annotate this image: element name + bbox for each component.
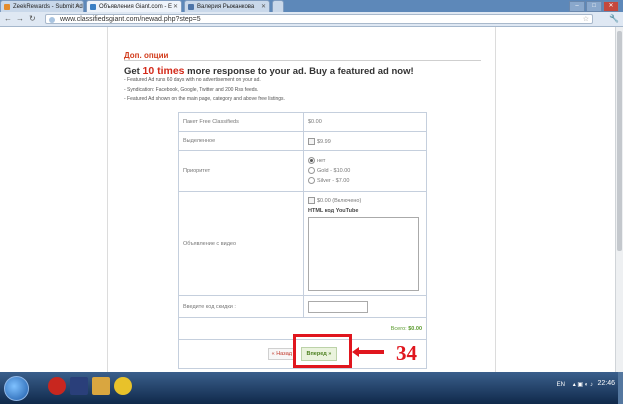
vertical-scrollbar[interactable] xyxy=(615,27,623,372)
browser-tab-active[interactable]: Объявления Giant.com - E ✕ xyxy=(86,0,182,12)
opera-icon[interactable] xyxy=(48,377,66,395)
tab-close-icon[interactable]: ✕ xyxy=(173,1,178,12)
windows-taskbar: EN ▴ ▣ ◐ ♪ 22:46 xyxy=(0,372,623,404)
zeek-favicon-icon xyxy=(4,4,10,10)
table-row: Приоритет нет Gold - $10.00 Silver - $7.… xyxy=(178,150,427,192)
highlighted-label: Выделенное xyxy=(178,131,304,151)
tab-close-icon[interactable]: ✕ xyxy=(75,1,80,12)
priority-option[interactable]: Silver - $7.00 xyxy=(308,176,422,186)
browser-tab[interactable]: ZeekRewards - Submit Ad ✕ xyxy=(0,0,84,12)
package-value: $0.00 xyxy=(303,112,427,132)
back-button[interactable]: « Назад xyxy=(267,348,296,360)
discount-code-input[interactable] xyxy=(308,300,368,313)
priority-options: нет Gold - $10.00 Silver - $7.00 xyxy=(303,150,427,192)
url-text: www.classifiedsgiant.com/newad.php?step=… xyxy=(60,16,201,23)
priority-option[interactable]: Gold - $10.00 xyxy=(308,166,422,176)
scrollbar-thumb[interactable] xyxy=(617,31,622,251)
bullet-item: - Featured Ad shown on the main page, ca… xyxy=(124,96,285,102)
vk-favicon-icon xyxy=(188,4,194,10)
priority-label: Приоритет xyxy=(178,150,304,192)
table-row: Объявление с видео $0.00 (Включено) HTML… xyxy=(178,191,427,296)
highlighted-price: $9.99 xyxy=(317,138,331,145)
video-price: $0.00 (Включено) xyxy=(317,197,362,204)
show-desktop-button[interactable] xyxy=(618,372,623,404)
highlighted-cell: $9.99 xyxy=(303,131,427,151)
discount-cell xyxy=(303,295,427,318)
bookmark-star-icon[interactable]: ☆ xyxy=(583,15,589,25)
youtube-code-textarea[interactable] xyxy=(308,217,419,291)
annotation-arrowhead xyxy=(352,347,359,357)
priority-option[interactable]: нет xyxy=(308,156,422,166)
radio-icon[interactable] xyxy=(308,177,315,185)
annotation-arrow xyxy=(356,350,384,354)
package-label: Пакет Free Classifieds xyxy=(178,112,304,132)
tray-icons[interactable]: ▴ ▣ ◐ ♪ xyxy=(573,382,593,388)
table-row: Выделенное $9.99 xyxy=(178,131,427,151)
video-checkbox[interactable] xyxy=(308,197,315,204)
table-row: Пакет Free Classifieds $0.00 xyxy=(178,112,427,132)
options-table: Пакет Free Classifieds $0.00 Выделенное … xyxy=(178,112,427,369)
start-button[interactable] xyxy=(4,376,29,401)
priority-option-label: Silver - $7.00 xyxy=(317,178,350,184)
browser-tab-strip: ZeekRewards - Submit Ad ✕ Объявления Gia… xyxy=(0,0,623,12)
video-label: Объявление с видео xyxy=(178,191,304,296)
clock[interactable]: 22:46 xyxy=(597,380,615,387)
explorer-icon[interactable] xyxy=(92,377,110,395)
section-title: Доп. опции xyxy=(124,51,169,60)
language-indicator[interactable]: EN xyxy=(557,382,565,388)
reload-icon[interactable]: ↻ xyxy=(29,14,36,24)
section-divider xyxy=(124,60,481,61)
bullet-item: - Syndication: Facebook, Google, Twitter… xyxy=(124,86,259,93)
forward-arrow-icon[interactable]: → xyxy=(16,14,24,24)
page-content: Доп. опции Get 10 times more response to… xyxy=(0,27,616,372)
bullet-item: - Featured Ad runs 60 days with no adver… xyxy=(124,77,261,83)
youtube-label: HTML код YouTube xyxy=(308,208,359,214)
navigation-toolbar: ← → ↻ www.classifiedsgiant.com/newad.php… xyxy=(0,12,623,27)
tab-label: Объявления Giant.com - E xyxy=(99,4,173,10)
giant-favicon-icon xyxy=(90,4,96,10)
discount-label: Введите код скидки : xyxy=(178,295,304,318)
media-player-icon[interactable] xyxy=(70,377,88,395)
address-bar[interactable]: www.classifiedsgiant.com/newad.php?step=… xyxy=(45,14,593,24)
annotation-number: 34 xyxy=(396,341,417,365)
wrench-menu-icon[interactable]: 🔧 xyxy=(609,14,619,23)
total-label: Всего: xyxy=(390,325,407,332)
feature-bullets: - Featured Ad runs 60 days with no adver… xyxy=(124,76,285,105)
table-row: Введите код скидки : xyxy=(178,295,427,318)
new-tab-button[interactable] xyxy=(272,0,284,12)
priority-option-label: нет xyxy=(317,158,326,164)
maximize-icon[interactable]: □ xyxy=(586,1,602,12)
priority-option-label: Gold - $10.00 xyxy=(317,168,351,174)
system-tray: EN ▴ ▣ ◐ ♪ xyxy=(551,381,593,388)
window-controls: – □ ✕ xyxy=(569,1,619,12)
browser-tab[interactable]: Валерия Рыжанкова ✕ xyxy=(184,0,270,12)
video-cell: $0.00 (Включено) HTML код YouTube xyxy=(303,191,427,296)
radio-selected-icon[interactable] xyxy=(308,157,315,165)
close-window-icon[interactable]: ✕ xyxy=(603,1,619,12)
total-value: $0.00 xyxy=(408,325,422,332)
globe-icon xyxy=(49,17,55,23)
minimize-icon[interactable]: – xyxy=(569,1,585,12)
tab-label: ZeekRewards - Submit Ad xyxy=(13,4,83,10)
tab-label: Валерия Рыжанкова xyxy=(197,4,255,10)
highlight-box xyxy=(293,334,352,368)
back-arrow-icon[interactable]: ← xyxy=(4,14,12,24)
chrome-icon[interactable] xyxy=(114,377,132,395)
radio-icon[interactable] xyxy=(308,167,315,175)
tab-close-icon[interactable]: ✕ xyxy=(261,1,266,12)
highlighted-checkbox[interactable] xyxy=(308,137,315,145)
